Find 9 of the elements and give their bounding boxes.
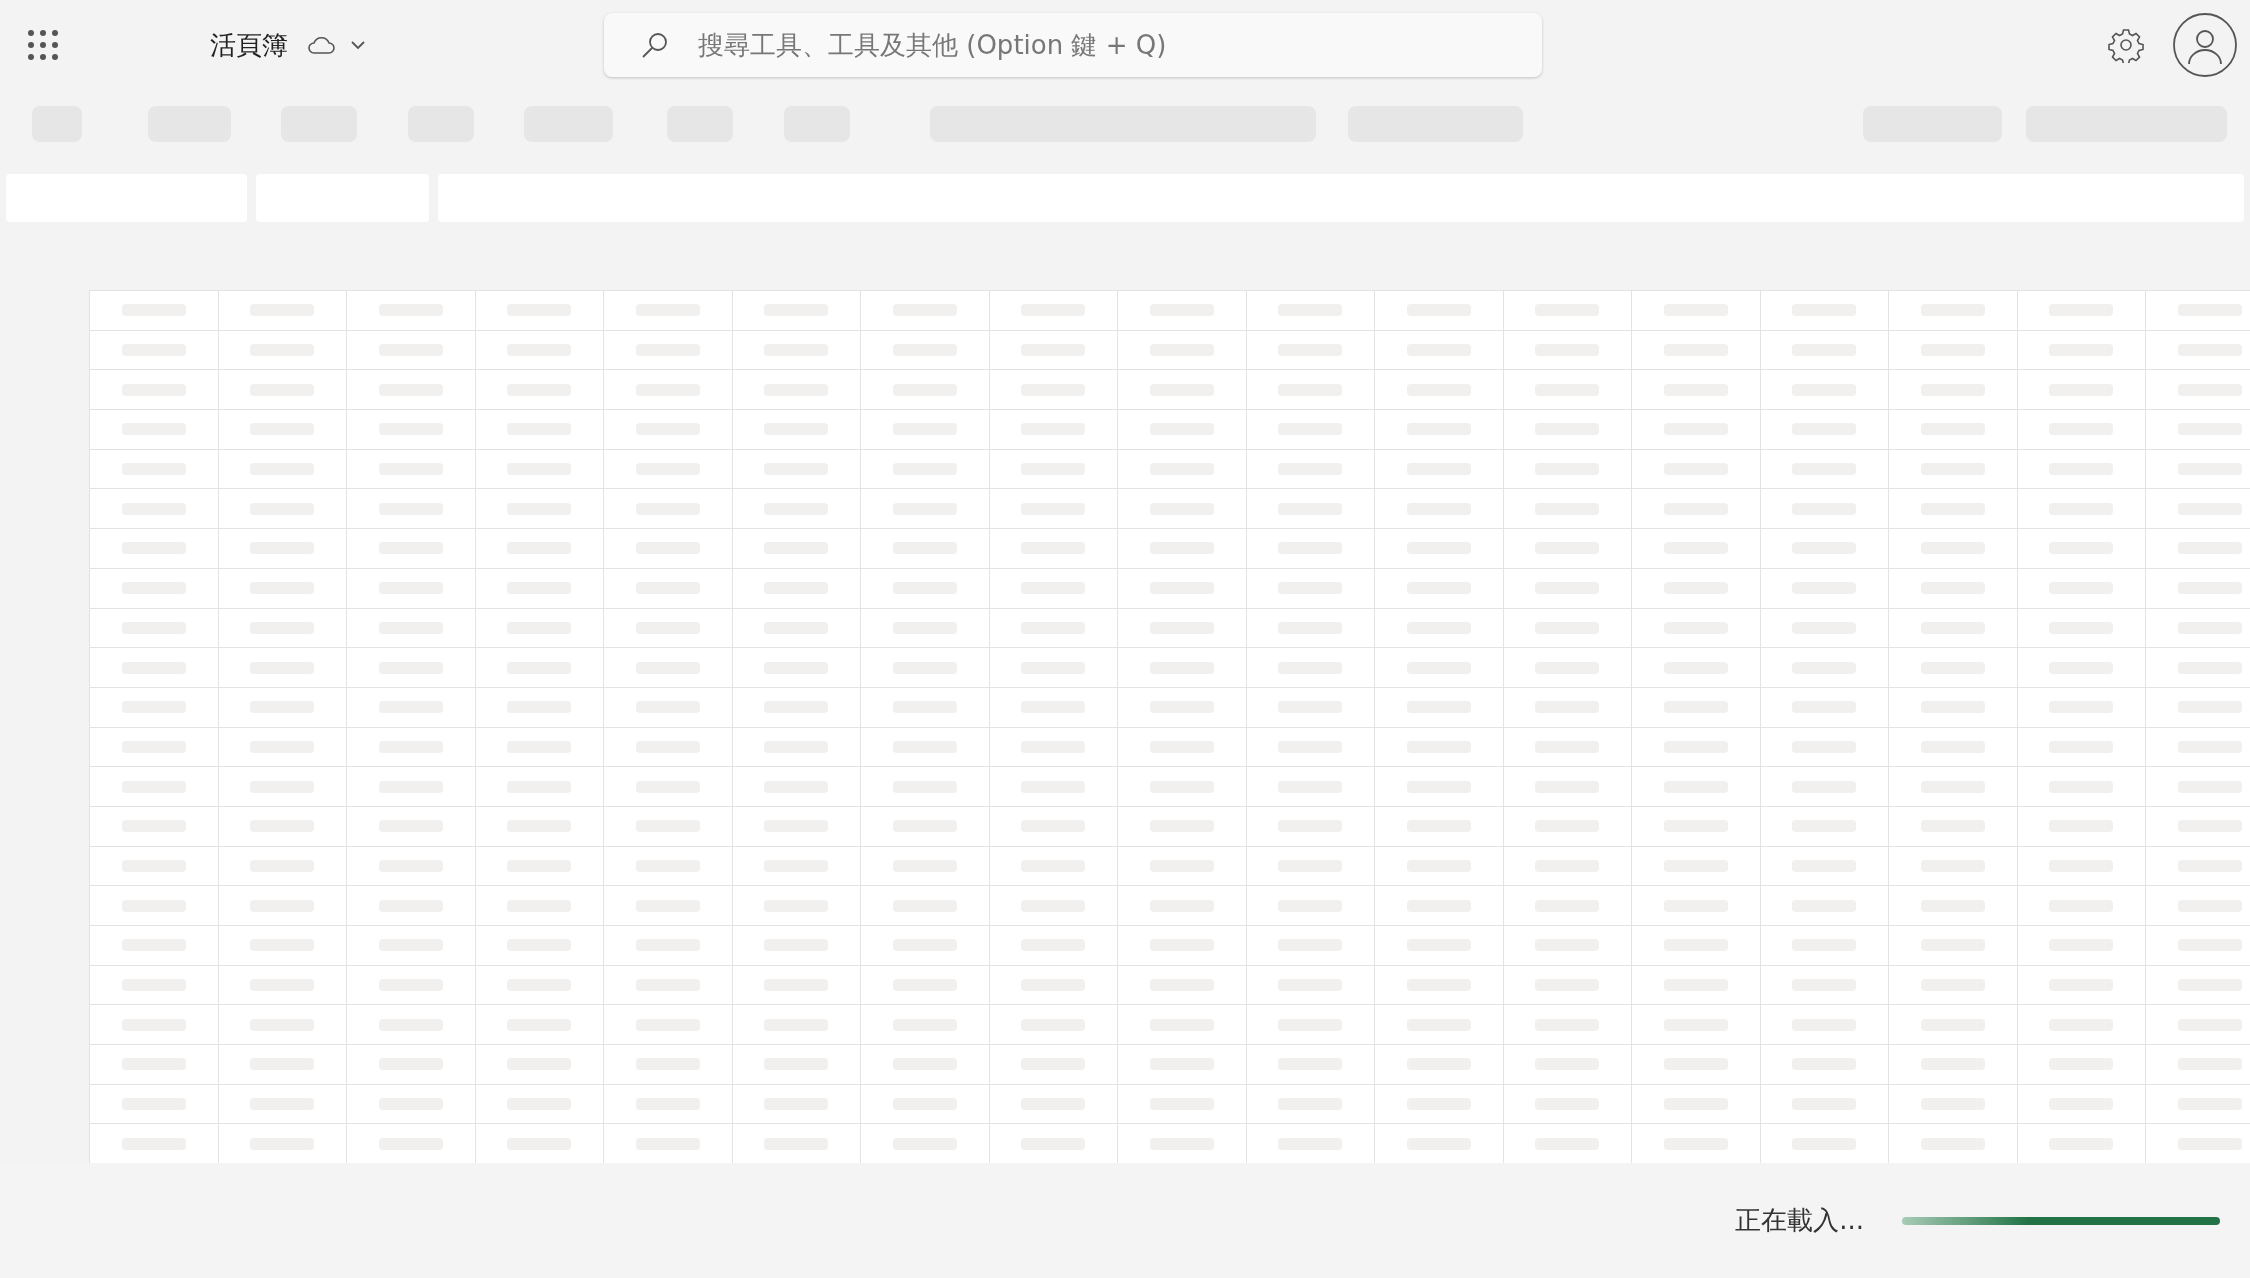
account-avatar-icon[interactable]	[2172, 12, 2238, 78]
settings-icon[interactable]	[2108, 27, 2144, 63]
workbook-title[interactable]: 活頁簿	[210, 25, 288, 65]
cloud-icon	[306, 35, 336, 55]
app-launcher-icon[interactable]	[28, 30, 58, 60]
chevron-down-icon[interactable]	[350, 40, 366, 50]
search-icon	[640, 30, 670, 60]
search-field[interactable]: 搜尋工具、工具及其他 (Option 鍵 + Q)	[604, 13, 1542, 77]
loading-text: 正在載入...	[1735, 1204, 1864, 1237]
